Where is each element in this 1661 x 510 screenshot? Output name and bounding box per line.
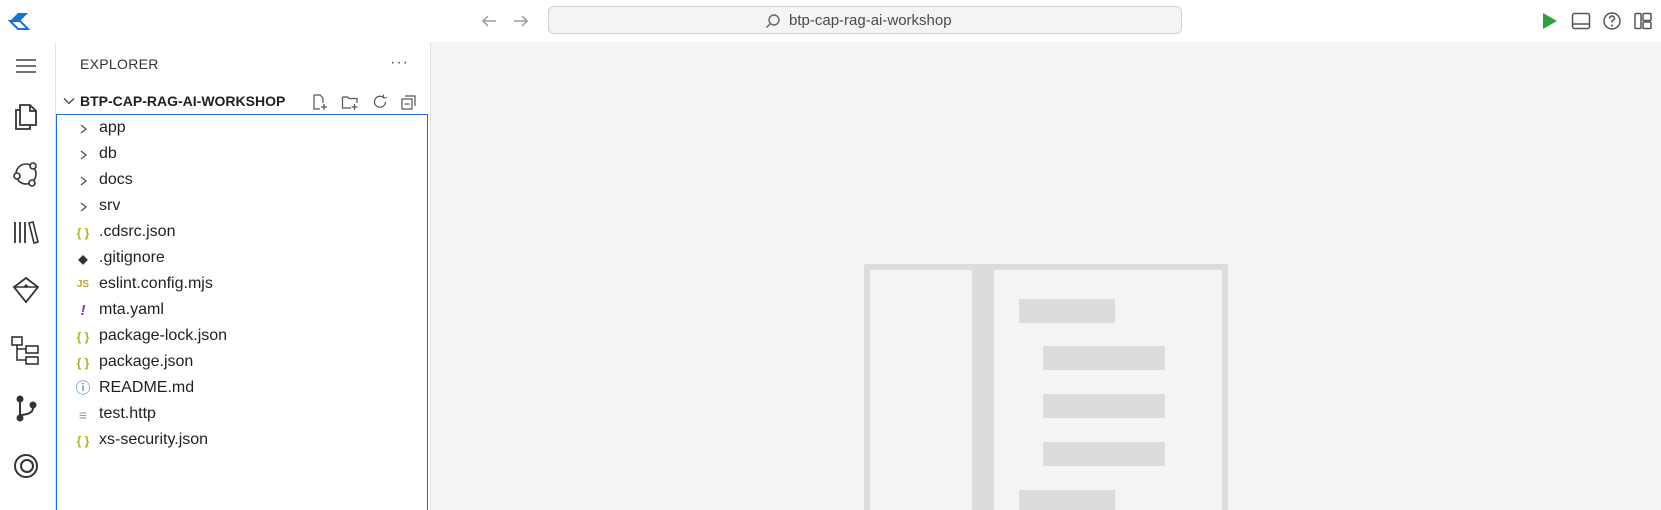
- tree-item-label: README.md: [99, 379, 195, 396]
- tree-item-cdsrc-json[interactable]: { } .cdsrc.json: [57, 220, 427, 246]
- tree-item-package-json[interactable]: { } package.json: [57, 350, 427, 376]
- chevron-down-icon[interactable]: [62, 94, 76, 108]
- chevron-right-icon[interactable]: [75, 120, 91, 138]
- tree-item-label: test.http: [99, 405, 156, 422]
- tree-item-label: eslint.config.mjs: [99, 275, 213, 292]
- ai-icon[interactable]: [8, 448, 44, 484]
- help-icon[interactable]: [1601, 10, 1623, 32]
- tree-item-test-http[interactable]: ≡ test.http: [57, 402, 427, 428]
- tree-item-readme[interactable]: ⓘ README.md: [57, 376, 427, 402]
- tree-item-label: app: [99, 119, 126, 136]
- tree-item-label: .gitignore: [99, 249, 165, 266]
- text-file-icon: ≡: [78, 407, 88, 423]
- tree-item-eslint-config[interactable]: JS eslint.config.mjs: [57, 272, 427, 298]
- command-center-text: btp-cap-rag-ai-workshop: [789, 12, 952, 29]
- workspace-root-label: BTP-CAP-RAG-AI-WORKSHOP: [80, 93, 286, 109]
- tree-item-mta-yaml[interactable]: ! mta.yaml: [57, 298, 427, 324]
- tree-item-label: srv: [99, 197, 121, 214]
- panel-toggle-icon[interactable]: [1570, 10, 1592, 32]
- editor-watermark-icon: [864, 264, 1228, 510]
- hierarchy-icon[interactable]: [8, 332, 44, 368]
- library-icon[interactable]: [8, 214, 44, 250]
- menu-icon[interactable]: [8, 48, 44, 84]
- tree-item-package-lock-json[interactable]: { } package-lock.json: [57, 324, 427, 350]
- sidebar-title: EXPLORER: [80, 56, 159, 72]
- source-control-icon[interactable]: [8, 390, 44, 426]
- json-file-icon: { }: [76, 330, 90, 344]
- tree-item-label: docs: [99, 171, 133, 188]
- tree-item-label: package.json: [99, 353, 194, 370]
- tree-item-app[interactable]: app: [57, 116, 427, 142]
- chevron-right-icon[interactable]: [75, 198, 91, 216]
- tree-item-docs[interactable]: docs: [57, 168, 427, 194]
- back-arrow-icon[interactable]: [478, 10, 500, 32]
- title-bar: btp-cap-rag-ai-workshop: [0, 0, 1661, 43]
- chevron-right-icon[interactable]: [75, 146, 91, 164]
- new-folder-icon[interactable]: [341, 93, 359, 111]
- chevron-right-icon[interactable]: [75, 172, 91, 190]
- tree-item-label: mta.yaml: [99, 301, 164, 318]
- tree-item-gitignore[interactable]: ◆ .gitignore: [57, 246, 427, 272]
- explorer-sidebar: EXPLORER ··· BTP-CAP-RAG-AI-WORKSHOP app…: [56, 42, 431, 510]
- explorer-icon[interactable]: [8, 98, 44, 134]
- git-file-icon: ◆: [78, 252, 88, 266]
- tree-item-label: package-lock.json: [99, 327, 228, 344]
- refresh-icon[interactable]: [371, 93, 389, 111]
- tree-item-srv[interactable]: srv: [57, 194, 427, 220]
- new-file-icon[interactable]: [311, 93, 329, 111]
- json-file-icon: { }: [76, 226, 90, 240]
- file-tree: app db docs srv { } .cdsrc.json ◆ .gitig…: [56, 114, 428, 510]
- diamond-icon[interactable]: [8, 272, 44, 308]
- cloud-icon[interactable]: [8, 156, 44, 192]
- json-file-icon: { }: [76, 434, 90, 448]
- command-center[interactable]: btp-cap-rag-ai-workshop: [548, 6, 1182, 34]
- run-icon[interactable]: [1538, 10, 1560, 32]
- yaml-file-icon: !: [80, 302, 86, 319]
- forward-arrow-icon[interactable]: [510, 10, 532, 32]
- layout-icon[interactable]: [1632, 10, 1654, 32]
- js-file-icon: JS: [76, 279, 90, 290]
- info-file-icon: ⓘ: [75, 380, 91, 397]
- editor-area[interactable]: [431, 42, 1661, 510]
- tree-item-xs-security-json[interactable]: { } xs-security.json: [57, 428, 427, 454]
- json-file-icon: { }: [76, 356, 90, 370]
- more-actions-icon[interactable]: ···: [390, 54, 409, 72]
- tree-item-db[interactable]: db: [57, 142, 427, 168]
- logo-icon[interactable]: [6, 8, 32, 34]
- tree-item-label: db: [99, 145, 117, 162]
- activity-bar: [0, 42, 56, 510]
- tree-item-label: xs-security.json: [99, 431, 209, 448]
- search-icon: [766, 14, 780, 28]
- tree-item-label: .cdsrc.json: [99, 223, 176, 240]
- collapse-all-icon[interactable]: [400, 93, 418, 111]
- workspace-root[interactable]: BTP-CAP-RAG-AI-WORKSHOP: [56, 88, 430, 114]
